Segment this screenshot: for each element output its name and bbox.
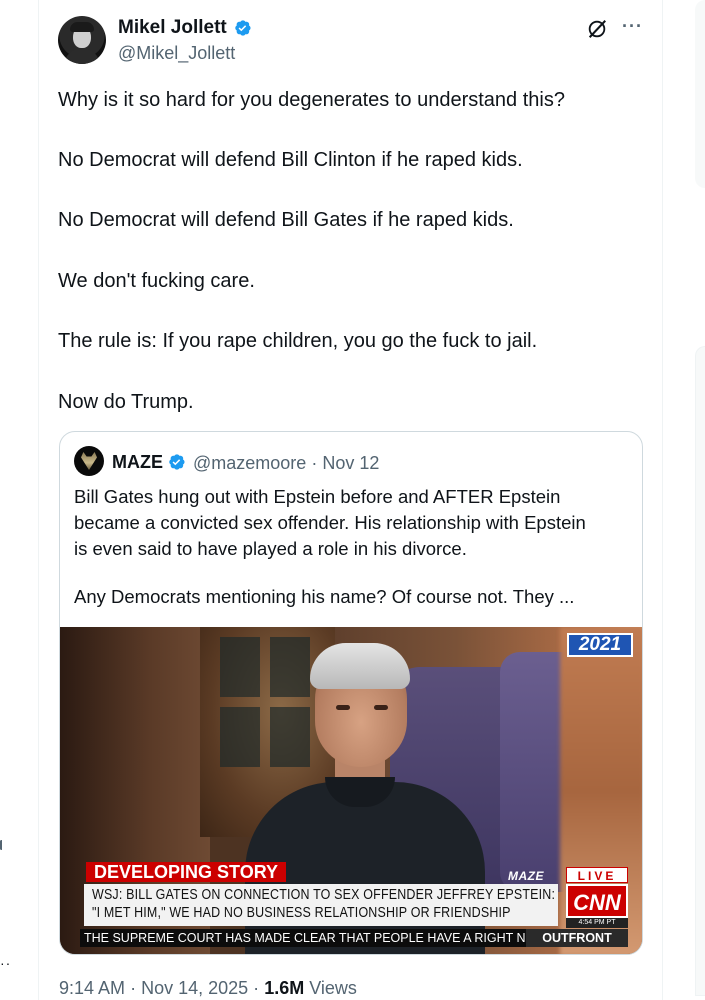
views-label: Views <box>309 978 357 998</box>
author-avatar[interactable] <box>58 16 106 64</box>
tweet-line: No Democrat will defend Bill Clinton if … <box>58 149 523 171</box>
media-person-eye <box>336 705 350 710</box>
quote-line: Any Democrats mentioning his name? Of co… <box>74 586 575 607</box>
column-divider-right <box>662 0 663 1000</box>
maze-watermark: MAZE <box>508 869 544 883</box>
news-ticker: THE SUPREME COURT HAS MADE CLEAR THAT PE… <box>80 929 526 947</box>
tweet-line: We don't fucking care. <box>58 270 255 292</box>
sidebar-card <box>695 346 705 996</box>
year-badge: 2021 <box>567 633 633 657</box>
quote-line: became a convicted sex offender. His rel… <box>74 512 586 533</box>
avatar-hair <box>70 22 94 32</box>
tweet-date[interactable]: Nov 14, 2025 <box>141 978 248 998</box>
media-person-eye <box>374 705 388 710</box>
quote-author-handle[interactable]: @mazemoore <box>193 453 306 473</box>
show-name: OUTFRONT <box>526 929 628 947</box>
tweet-line: Now do Trump. <box>58 391 194 413</box>
grok-icon[interactable] <box>586 18 608 40</box>
quote-date[interactable]: Nov 12 <box>322 453 379 473</box>
chyron-line: WSJ: BILL GATES ON CONNECTION TO SEX OFF… <box>92 887 556 903</box>
quote-avatar[interactable] <box>74 446 104 476</box>
chyron-line: "I MET HIM," WE HAD NO BUSINESS RELATION… <box>92 905 511 921</box>
tweet-time[interactable]: 9:14 AM <box>59 978 125 998</box>
quote-line: is even said to have played a role in hi… <box>74 538 467 559</box>
scroll-edge-mark <box>0 840 3 850</box>
developing-story-banner: DEVELOPING STORY <box>86 862 287 882</box>
avatar-body <box>64 48 100 64</box>
sidebar-card <box>695 0 705 188</box>
left-edge-fragment: ·· <box>0 0 38 1000</box>
wolf-logo-icon <box>81 452 97 470</box>
quote-line: Bill Gates hung out with Epstein before … <box>74 486 561 507</box>
tweet[interactable]: Mikel Jollett @Mikel_Jollett ··· Why is … <box>40 0 660 1000</box>
right-sidebar-fragment <box>695 0 705 1000</box>
view-count: 1.6M <box>264 978 305 998</box>
quote-text: Bill Gates hung out with Epstein before … <box>74 484 634 610</box>
separator: · <box>311 453 318 473</box>
quoted-tweet[interactable]: MAZE @mazemoore · Nov 12 Bill Gates hung… <box>59 431 643 955</box>
live-badge: LIVE <box>566 867 628 883</box>
tweet-line: Why is it so hard for you degenerates to… <box>58 89 565 111</box>
chyron-headline: WSJ: BILL GATES ON CONNECTION TO SEX OFF… <box>84 884 558 926</box>
author-name[interactable]: Mikel Jollett <box>118 17 227 39</box>
quote-media-image[interactable]: 2021 DEVELOPING STORY MAZE LIVE WSJ: BIL… <box>60 627 642 954</box>
verified-badge-icon <box>235 20 251 36</box>
verified-badge-icon <box>169 454 185 470</box>
cnn-logo: CNN <box>566 884 628 918</box>
media-person-hair <box>310 643 410 689</box>
author-handle[interactable]: @Mikel_Jollett <box>118 43 235 64</box>
quote-author-name[interactable]: MAZE <box>112 452 163 473</box>
broadcast-time: 4:54 PM PT <box>566 918 628 928</box>
more-icon[interactable]: ··· <box>622 16 643 37</box>
separator: · <box>130 978 137 998</box>
separator: · <box>253 978 260 998</box>
tweet-line: The rule is: If you rape children, you g… <box>58 330 538 352</box>
tweet-line: No Democrat will defend Bill Gates if he… <box>58 209 514 231</box>
more-dots-icon[interactable]: ·· <box>0 955 11 971</box>
column-divider-left <box>38 0 39 1000</box>
quote-handle-date: @mazemoore · Nov 12 <box>193 453 379 474</box>
tweet-meta: 9:14 AM · Nov 14, 2025 · 1.6M Views <box>59 978 357 999</box>
